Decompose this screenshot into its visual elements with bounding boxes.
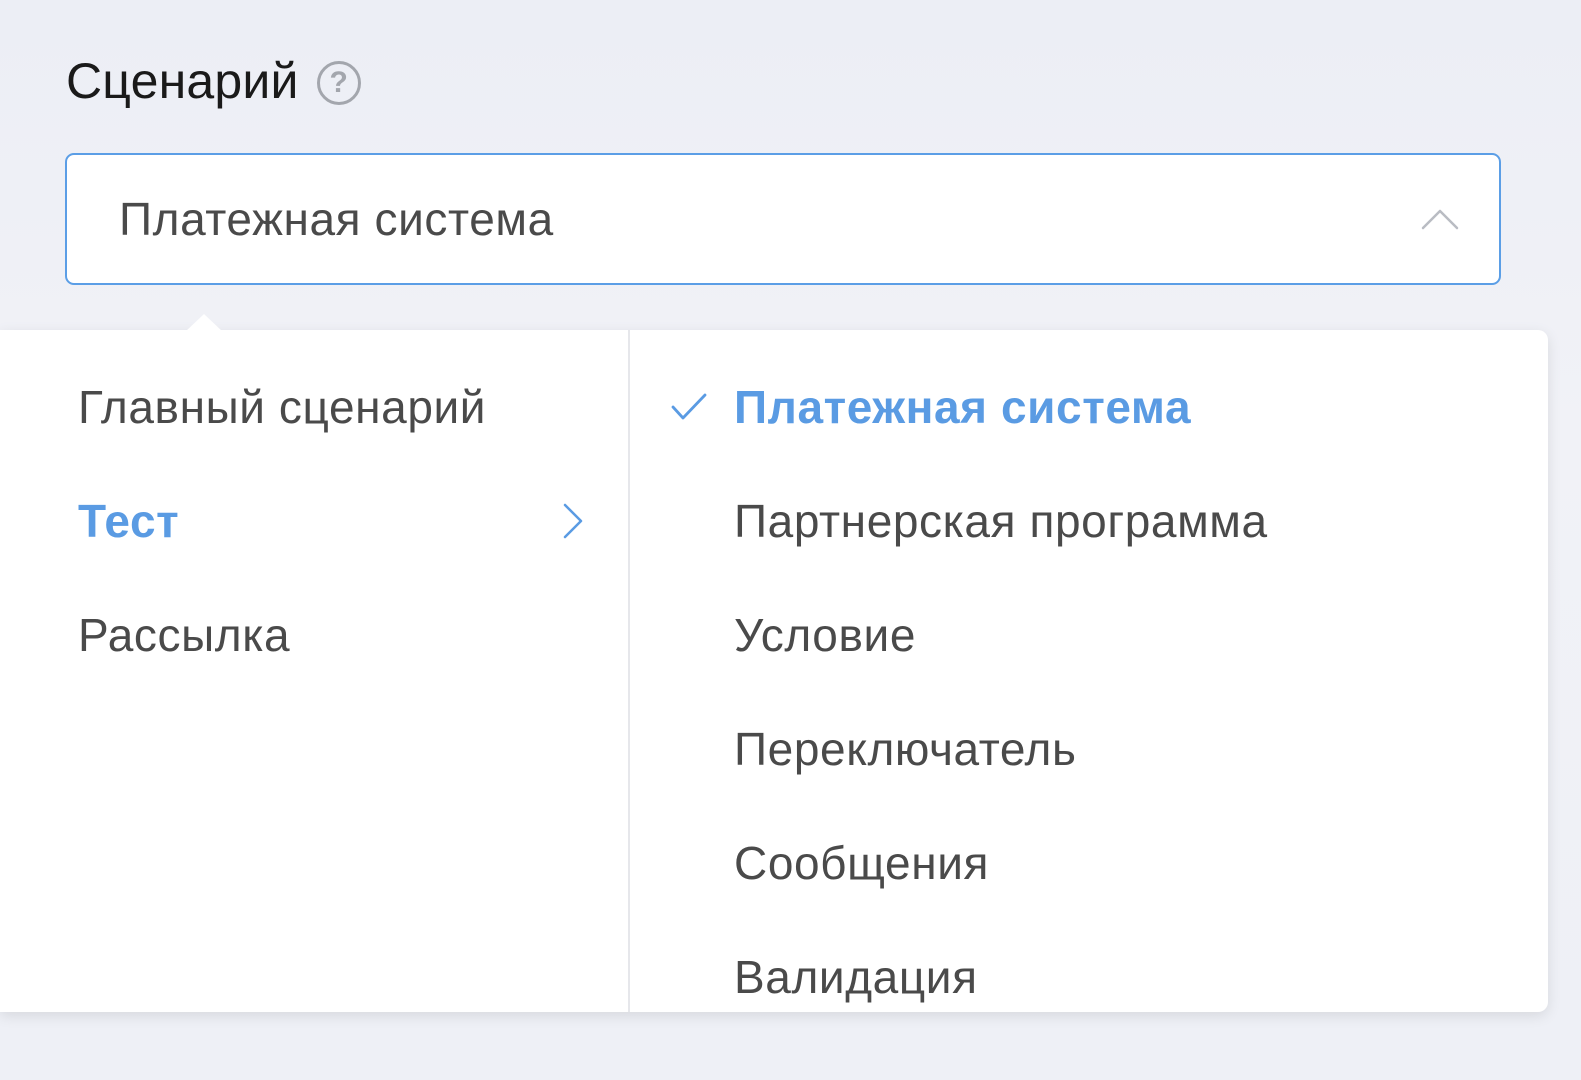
category-item-label: Главный сценарий (78, 381, 487, 433)
option-list: Платежная система Партнерская программа … (630, 330, 1548, 1012)
check-icon (671, 393, 707, 420)
dropdown-menu: Главный сценарий Тест Рассылка Платежная… (0, 314, 1548, 1012)
option-item-validation[interactable]: Валидация (630, 920, 1548, 1012)
page: Сценарий ? Платежная система Главный сце… (0, 0, 1581, 1080)
question-circle-icon[interactable]: ? (316, 61, 361, 105)
option-item-payment-system[interactable]: Платежная система (630, 350, 1548, 464)
option-item-switch[interactable]: Переключатель (630, 692, 1548, 806)
option-item-label: Партнерская программа (734, 495, 1268, 547)
option-item-label: Валидация (734, 951, 978, 1003)
category-item-test[interactable]: Тест (0, 464, 628, 578)
category-item-label: Тест (78, 495, 180, 547)
category-item-main[interactable]: Главный сценарий (0, 350, 628, 464)
dropdown-caret (186, 314, 222, 331)
category-item-mailing[interactable]: Рассылка (0, 578, 628, 692)
option-item-label: Условие (734, 609, 917, 661)
chevron-up-icon[interactable] (1421, 207, 1459, 231)
option-item-messages[interactable]: Сообщения (630, 806, 1548, 920)
scenario-select[interactable]: Платежная система (65, 153, 1501, 285)
option-item-partner-program[interactable]: Партнерская программа (630, 464, 1548, 578)
chevron-right-icon (563, 503, 583, 539)
option-item-label: Платежная система (734, 381, 1192, 433)
option-item-label: Сообщения (734, 837, 990, 889)
category-item-label: Рассылка (78, 609, 291, 661)
field-label: Сценарий ? (66, 52, 361, 110)
option-item-condition[interactable]: Условие (630, 578, 1548, 692)
field-label-text: Сценарий (66, 53, 299, 109)
category-list: Главный сценарий Тест Рассылка (0, 330, 630, 1012)
option-item-label: Переключатель (734, 723, 1077, 775)
select-value: Платежная система (119, 193, 554, 245)
